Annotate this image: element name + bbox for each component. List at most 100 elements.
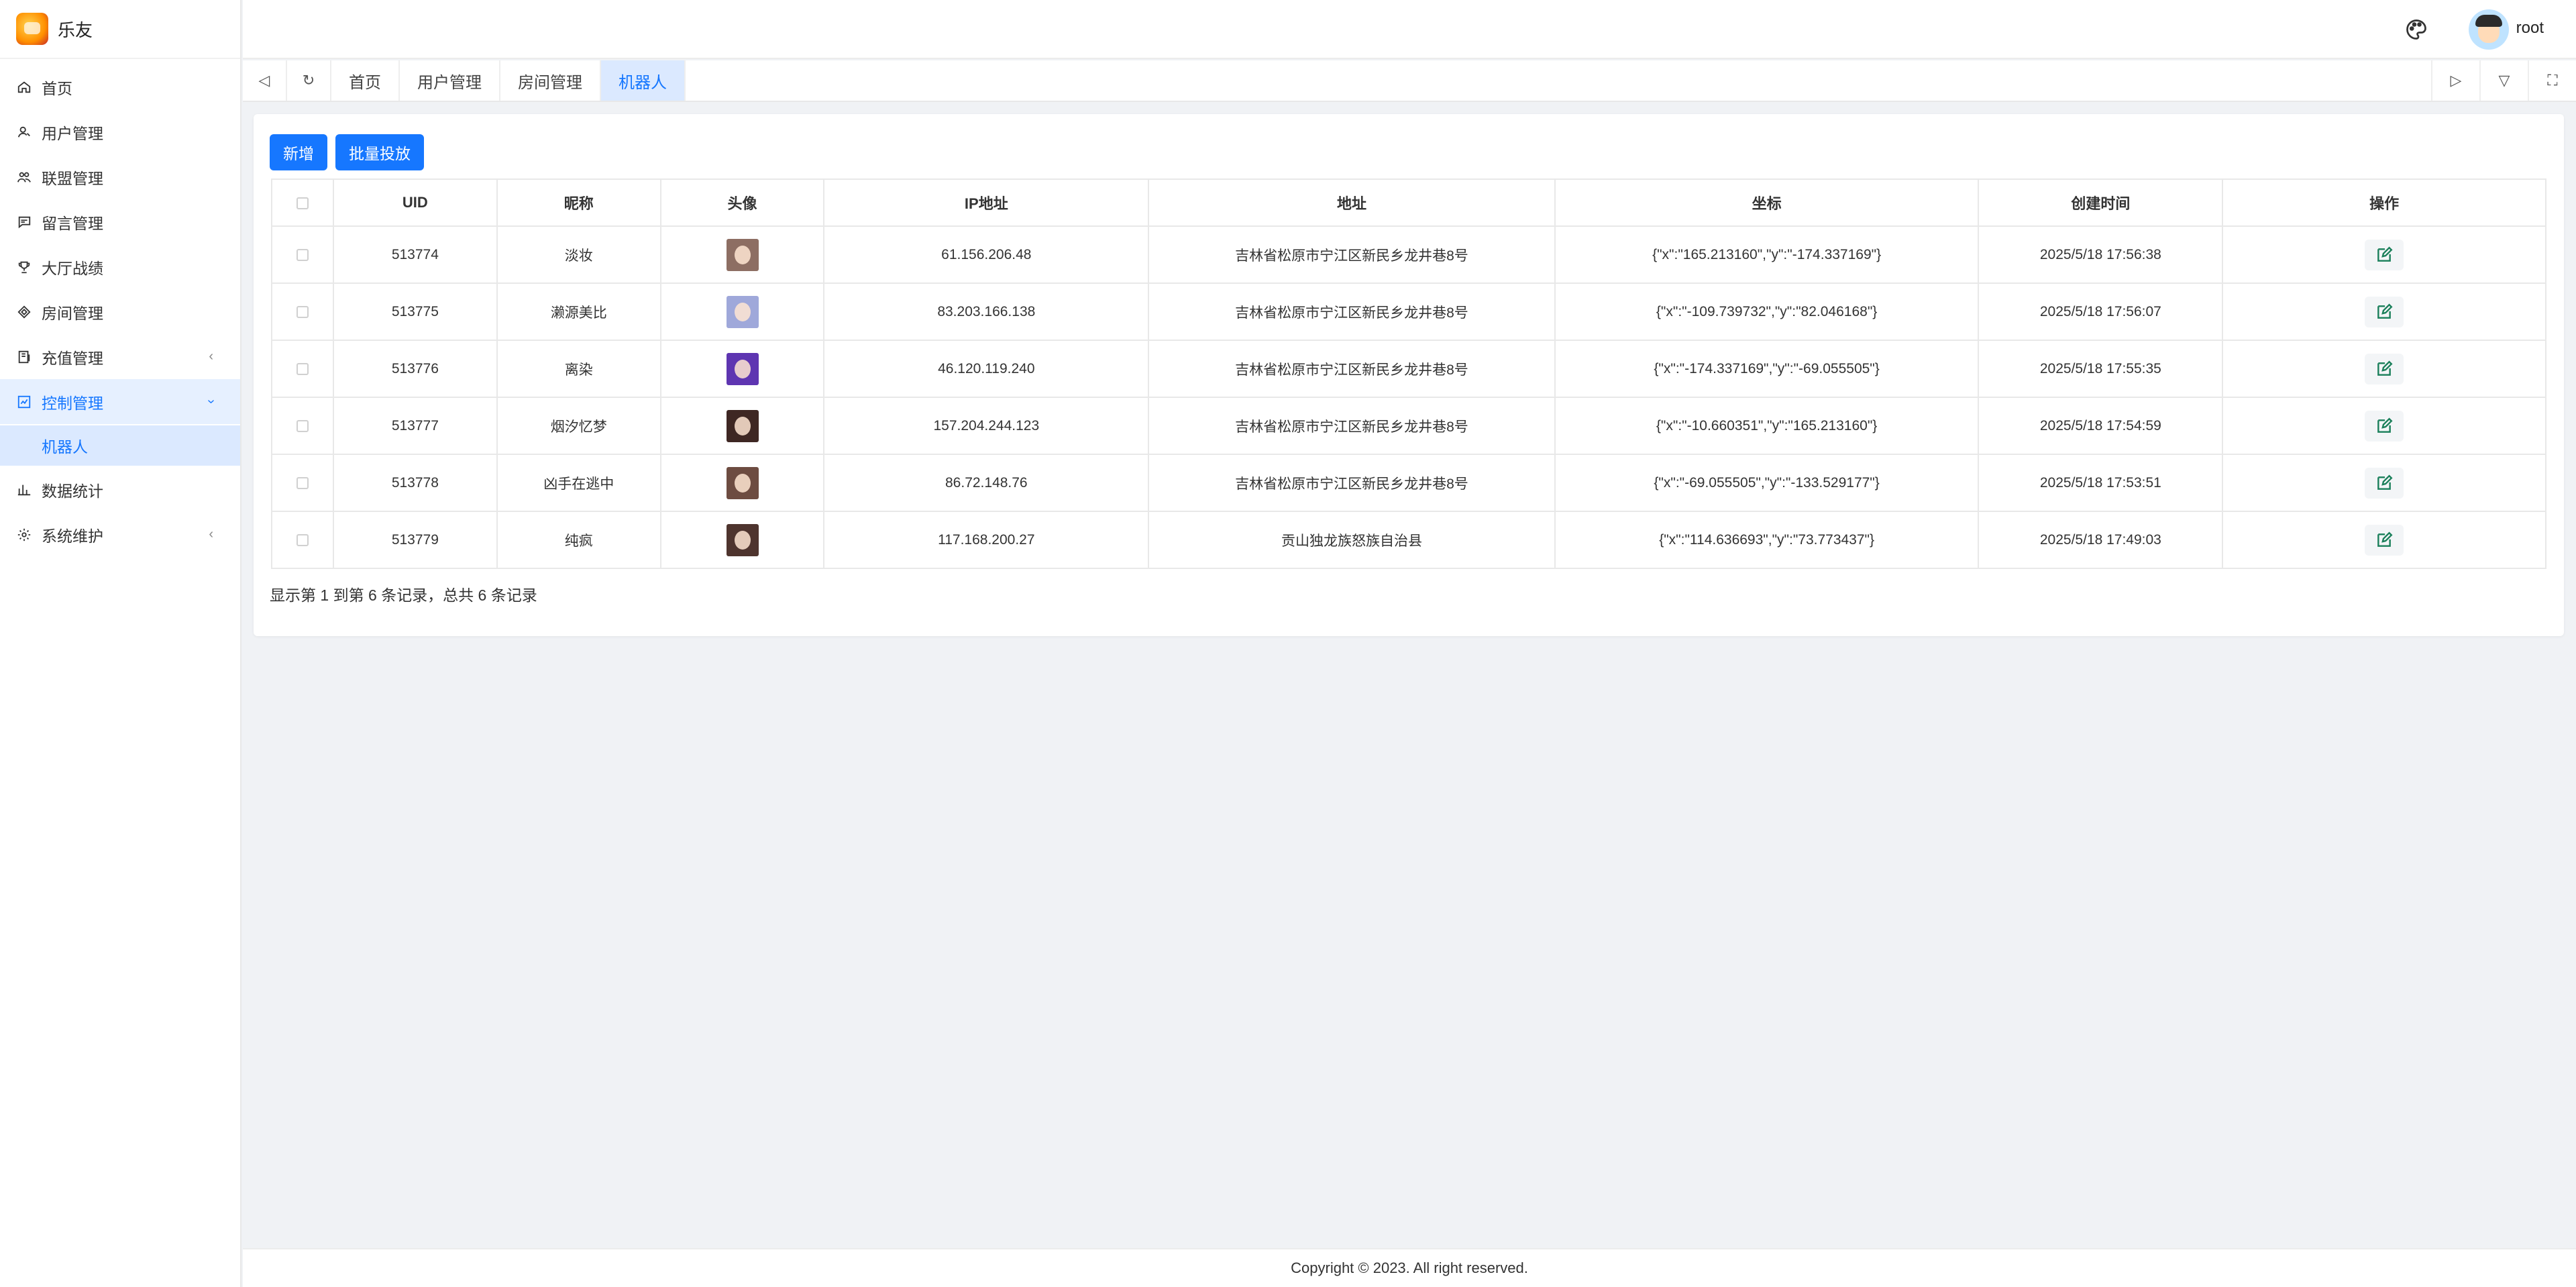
sidebar-item-hall-records[interactable]: 大厅战绩	[0, 244, 240, 289]
sidebar-subitem-robot[interactable]: 机器人	[0, 425, 240, 466]
edit-icon	[2377, 303, 2393, 319]
column-header-nickname[interactable]: 昵称	[496, 178, 661, 227]
avatar-thumbnail[interactable]	[726, 238, 759, 271]
actions-cell	[2222, 511, 2546, 569]
row-select-cell[interactable]	[271, 282, 334, 341]
column-header-avatar[interactable]: 头像	[659, 178, 825, 227]
sidebar-item-users[interactable]: 用户管理	[0, 109, 240, 154]
column-header-created-time[interactable]: 创建时间	[1978, 178, 2224, 227]
app-name: 乐友	[58, 19, 93, 40]
avatar-thumbnail[interactable]	[726, 466, 759, 499]
table-row[interactable]: 513778 凶手在逃中 86.72.148.76 吉林省松原市宁江区新民乡龙井…	[271, 454, 2546, 512]
tabs-prev-button[interactable]: ◁	[243, 60, 287, 101]
tab-user-management[interactable]: 用户管理	[400, 60, 500, 101]
tab-home[interactable]: 首页	[331, 60, 400, 101]
sidebar-item-messages[interactable]: 留言管理	[0, 199, 240, 244]
pagination-summary: 显示第 1 到第 6 条记录，总共 6 条记录	[270, 586, 537, 604]
edit-button[interactable]	[2365, 524, 2404, 556]
edit-button[interactable]	[2365, 410, 2404, 442]
row-select-cell[interactable]	[271, 340, 334, 398]
table-row[interactable]: 513776 离染 46.120.119.240 吉林省松原市宁江区新民乡龙井巷…	[271, 340, 2546, 398]
row-checkbox[interactable]	[296, 419, 309, 432]
column-header-address[interactable]: 地址	[1148, 178, 1556, 227]
edit-icon	[2377, 474, 2393, 490]
ip-cell: 117.168.200.27	[823, 511, 1150, 569]
room-icon	[16, 304, 32, 320]
uid-cell: 513777	[332, 397, 498, 455]
address-cell: 吉林省松原市宁江区新民乡龙井巷8号	[1148, 225, 1556, 284]
created-time-cell: 2025/5/18 17:54:59	[1978, 397, 2224, 455]
refresh-button[interactable]: ↻	[287, 60, 331, 101]
avatar-thumbnail[interactable]	[726, 523, 759, 556]
edit-button[interactable]	[2365, 239, 2404, 270]
refresh-icon: ↻	[302, 72, 315, 89]
users-icon	[16, 169, 32, 185]
row-checkbox[interactable]	[296, 533, 309, 546]
avatar-cell	[659, 282, 825, 341]
edit-icon	[2377, 360, 2393, 376]
select-all-checkbox[interactable]	[296, 197, 309, 210]
edit-button[interactable]	[2365, 353, 2404, 384]
add-button[interactable]: 新增	[270, 134, 327, 170]
brand[interactable]: 乐友	[0, 0, 240, 59]
edit-icon	[2377, 417, 2393, 433]
select-all-cell[interactable]	[271, 178, 334, 227]
sidebar-item-label: 联盟管理	[42, 169, 103, 187]
row-checkbox[interactable]	[296, 248, 309, 261]
address-cell: 吉林省松原市宁江区新民乡龙井巷8号	[1148, 282, 1556, 341]
sidebar-item-statistics[interactable]: 数据统计	[0, 467, 240, 512]
row-select-cell[interactable]	[271, 454, 334, 512]
row-checkbox[interactable]	[296, 476, 309, 489]
table-body: 513774 淡妆 61.156.206.48 吉林省松原市宁江区新民乡龙井巷8…	[271, 225, 2546, 569]
sidebar-item-system[interactable]: 系统维护 ‹	[0, 512, 240, 557]
tab-robot[interactable]: 机器人	[601, 60, 686, 101]
tabs-dropdown-button[interactable]: ▽	[2479, 60, 2528, 101]
content-card: 新增 批量投放 UID 昵称 头像 IP地址 地址 坐标 创建时间 操作 513…	[254, 114, 2564, 636]
palette-icon[interactable]	[2404, 17, 2428, 42]
row-select-cell[interactable]	[271, 397, 334, 455]
coordinates-cell: {"x":"-10.660351","y":"165.213160"}	[1554, 397, 1980, 455]
nickname-cell: 濑源美比	[496, 282, 661, 341]
edit-button[interactable]	[2365, 296, 2404, 327]
actions-cell	[2222, 282, 2546, 341]
avatar-thumbnail[interactable]	[726, 409, 759, 442]
fullscreen-button[interactable]: ⛶	[2528, 60, 2576, 101]
sidebar-item-rooms[interactable]: 房间管理	[0, 289, 240, 334]
row-select-cell[interactable]	[271, 511, 334, 569]
sidebar-item-label: 房间管理	[42, 304, 103, 322]
column-header-ip[interactable]: IP地址	[823, 178, 1150, 227]
column-header-coordinates[interactable]: 坐标	[1554, 178, 1980, 227]
row-select-cell[interactable]	[271, 225, 334, 284]
avatar-thumbnail[interactable]	[726, 295, 759, 328]
table-row[interactable]: 513779 纯疯 117.168.200.27 贡山独龙族怒族自治县 {"x"…	[271, 511, 2546, 569]
control-icon	[16, 394, 32, 410]
sidebar-item-recharge[interactable]: 充值管理 ‹	[0, 334, 240, 379]
table-row[interactable]: 513775 濑源美比 83.203.166.138 吉林省松原市宁江区新民乡龙…	[271, 282, 2546, 341]
table-row[interactable]: 513777 烟汐忆梦 157.204.244.123 吉林省松原市宁江区新民乡…	[271, 397, 2546, 455]
username[interactable]: root	[2516, 19, 2544, 38]
avatar[interactable]	[2469, 9, 2509, 50]
avatar-thumbnail[interactable]	[726, 352, 759, 385]
tabs-next-button[interactable]: ▷	[2431, 60, 2479, 101]
robot-table: UID 昵称 头像 IP地址 地址 坐标 创建时间 操作 513774 淡妆 6…	[271, 178, 2546, 569]
row-checkbox[interactable]	[296, 305, 309, 318]
sidebar-item-control[interactable]: 控制管理 ›	[0, 379, 240, 424]
address-cell: 贡山独龙族怒族自治县	[1148, 511, 1556, 569]
created-time-cell: 2025/5/18 17:56:38	[1978, 225, 2224, 284]
sidebar-item-home[interactable]: 首页	[0, 64, 240, 109]
actions-cell	[2222, 454, 2546, 512]
ip-cell: 86.72.148.76	[823, 454, 1150, 512]
trophy-icon	[16, 259, 32, 275]
row-checkbox[interactable]	[296, 362, 309, 375]
ip-cell: 157.204.244.123	[823, 397, 1150, 455]
actions-cell	[2222, 225, 2546, 284]
column-header-uid[interactable]: UID	[332, 178, 498, 227]
sidebar-item-alliance[interactable]: 联盟管理	[0, 154, 240, 199]
user-icon	[16, 124, 32, 140]
created-time-cell: 2025/5/18 17:56:07	[1978, 282, 2224, 341]
edit-button[interactable]	[2365, 467, 2404, 499]
tab-room-management[interactable]: 房间管理	[500, 60, 601, 101]
caret-right-icon: ▷	[2450, 72, 2462, 89]
batch-deploy-button[interactable]: 批量投放	[335, 134, 424, 170]
table-row[interactable]: 513774 淡妆 61.156.206.48 吉林省松原市宁江区新民乡龙井巷8…	[271, 225, 2546, 284]
